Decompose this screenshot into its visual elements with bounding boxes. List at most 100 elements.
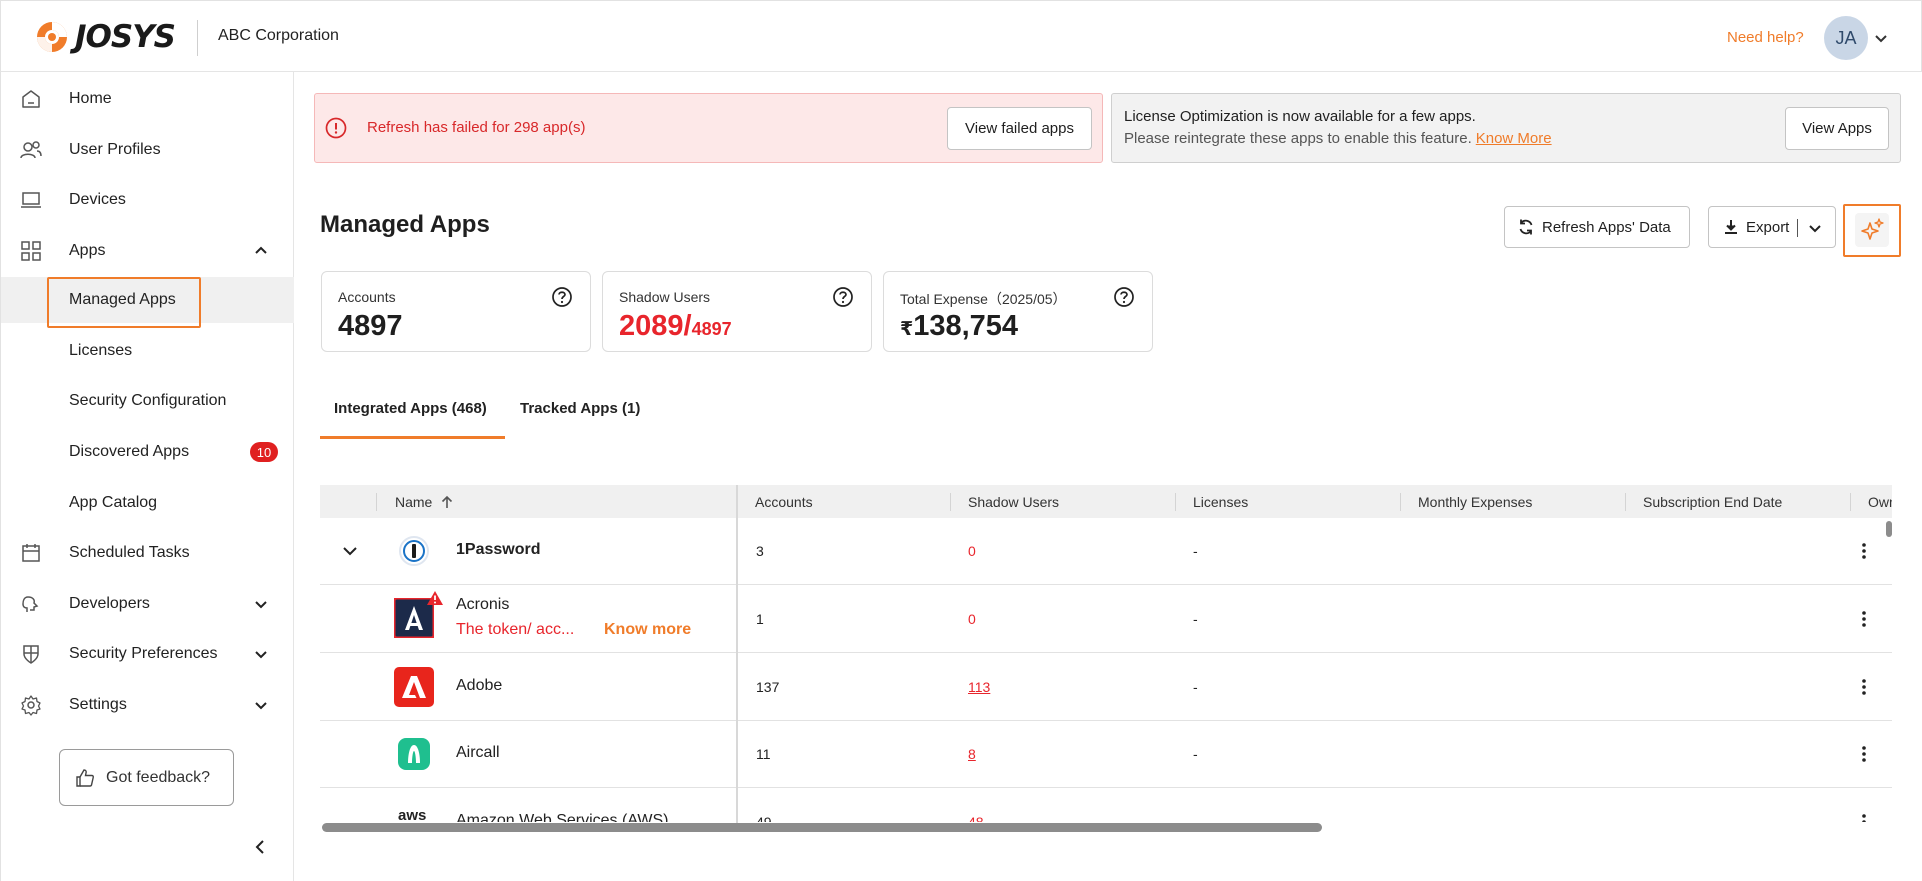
chevron-down-icon[interactable] <box>252 645 270 663</box>
refresh-error-banner: Refresh has failed for 298 app(s) View f… <box>314 93 1103 163</box>
help-circle-icon[interactable] <box>1113 286 1135 308</box>
chevron-down-icon[interactable] <box>252 595 270 613</box>
table-row[interactable]: Aircall 11 8 - <box>320 721 1892 788</box>
sidebar-subitem-licenses[interactable]: Licenses <box>1 328 294 374</box>
accounts-cell: 3 <box>756 543 764 559</box>
know-more-link[interactable]: Know More <box>1476 130 1552 147</box>
sidebar-subitem-security-configuration[interactable]: Security Configuration <box>1 378 294 424</box>
help-circle-icon[interactable] <box>551 286 573 308</box>
more-options-icon[interactable] <box>1854 677 1874 697</box>
more-options-icon[interactable] <box>1854 812 1874 822</box>
ai-assistant-button[interactable] <box>1843 204 1901 257</box>
column-header-licenses[interactable]: Licenses <box>1193 494 1248 510</box>
sidebar-item-label: Settings <box>69 696 127 713</box>
chevron-down-icon[interactable] <box>1807 220 1823 236</box>
chevron-down-icon[interactable] <box>340 541 360 561</box>
app-name[interactable]: Acronis <box>456 596 509 614</box>
sidebar-subitem-label: App Catalog <box>69 494 158 511</box>
chevron-down-icon[interactable] <box>252 696 270 714</box>
license-optimization-title: License Optimization is now available fo… <box>1124 108 1476 125</box>
table-row[interactable]: Adobe 137 113 - <box>320 654 1892 721</box>
shadow-users-link[interactable]: 48 <box>968 814 984 822</box>
accounts-cell: 49 <box>756 814 772 822</box>
sidebar-item-settings[interactable]: Settings <box>1 682 294 728</box>
accounts-cell: 1 <box>756 611 764 627</box>
app-name[interactable]: 1Password <box>456 541 540 559</box>
home-icon <box>22 90 40 108</box>
accounts-stat-value: 4897 <box>338 310 403 342</box>
table-row[interactable]: 1Password 3 0 - <box>320 518 1892 585</box>
sidebar-item-security-preferences[interactable]: Security Preferences <box>1 631 294 677</box>
feedback-label: Got feedback? <box>106 768 211 786</box>
sidebar-subitem-label: Licenses <box>69 342 133 359</box>
refresh-error-text: Refresh has failed for 298 app(s) <box>367 119 586 136</box>
shadow-users-total: 4897 <box>691 319 732 339</box>
license-optimization-banner: License Optimization is now available fo… <box>1111 93 1901 163</box>
sort-ascending-icon[interactable] <box>439 494 455 510</box>
export-button[interactable]: Export <box>1708 206 1836 248</box>
feedback-button[interactable]: Got feedback? <box>59 749 234 806</box>
app-name[interactable]: Adobe <box>456 677 502 695</box>
sidebar-item-home[interactable]: Home <box>1 76 294 122</box>
total-expense-stat-card: Total Expense（2025/05） ₹138,754 <box>883 271 1153 352</box>
sidebar-item-scheduled-tasks[interactable]: Scheduled Tasks <box>1 530 294 576</box>
view-apps-button[interactable]: View Apps <box>1785 107 1889 150</box>
thumbs-up-icon <box>76 768 94 787</box>
sidebar-item-developers[interactable]: Developers <box>1 581 294 627</box>
apps-grid-icon <box>21 241 41 261</box>
aircall-logo-icon <box>398 738 430 770</box>
sidebar-item-apps[interactable]: Apps <box>1 228 294 274</box>
tab-integrated-apps[interactable]: Integrated Apps (468) <box>334 400 487 417</box>
app-name[interactable]: Aircall <box>456 744 500 762</box>
horizontal-scrollbar[interactable] <box>322 823 1322 832</box>
sidebar-item-devices[interactable]: Devices <box>1 177 294 223</box>
gear-icon <box>21 695 41 716</box>
user-avatar[interactable]: JA <box>1824 16 1868 60</box>
sidebar-subitem-discovered-apps[interactable]: Discovered Apps 10 <box>1 429 294 475</box>
column-header-name[interactable]: Name <box>395 494 432 510</box>
josys-logo[interactable]: JOSYS <box>35 19 176 55</box>
active-tab-indicator <box>320 436 505 439</box>
calendar-icon <box>22 544 40 562</box>
column-header-monthly-expenses[interactable]: Monthly Expenses <box>1418 494 1532 510</box>
column-separator <box>1850 493 1851 511</box>
sidebar-subitem-app-catalog[interactable]: App Catalog <box>1 480 294 526</box>
more-options-icon[interactable] <box>1854 609 1874 629</box>
app-error-message: The token/ acc... <box>456 621 575 638</box>
frozen-column-divider[interactable] <box>736 485 738 823</box>
more-options-icon[interactable] <box>1854 541 1874 561</box>
ai-assistant-inner <box>1855 213 1889 247</box>
chevron-up-icon[interactable] <box>252 242 270 260</box>
sidebar-subitem-label: Security Configuration <box>69 392 227 409</box>
column-header-shadow-users[interactable]: Shadow Users <box>968 494 1059 510</box>
column-header-accounts[interactable]: Accounts <box>755 494 813 510</box>
chevron-down-icon[interactable] <box>1873 30 1889 46</box>
app-name[interactable]: Amazon Web Services (AWS) <box>456 812 669 822</box>
sidebar-item-user-profiles[interactable]: User Profiles <box>1 127 294 173</box>
column-header-owner[interactable]: Own <box>1868 494 1892 510</box>
shadow-users-link[interactable]: 8 <box>968 746 976 762</box>
export-divider <box>1797 219 1798 237</box>
collapse-sidebar-icon[interactable] <box>252 838 270 856</box>
vertical-scrollbar[interactable] <box>1886 521 1892 537</box>
column-header-subscription-end-date[interactable]: Subscription End Date <box>1643 494 1782 510</box>
sidebar-item-label: Security Preferences <box>69 645 218 662</box>
developers-icon <box>22 596 39 612</box>
refresh-apps-data-button[interactable]: Refresh Apps' Data <box>1504 206 1690 248</box>
need-help-link[interactable]: Need help? <box>1727 29 1804 46</box>
refresh-icon <box>1519 219 1533 235</box>
export-label: Export <box>1746 219 1790 236</box>
shadow-users-link[interactable]: 113 <box>968 679 990 695</box>
active-item-highlight <box>47 277 201 328</box>
table-row[interactable]: aws Amazon Web Services (AWS) 49 48 <box>320 789 1892 822</box>
tab-tracked-apps[interactable]: Tracked Apps (1) <box>520 400 640 417</box>
sidebar-item-label: Home <box>69 90 112 107</box>
table-body: 1Password 3 0 - Acronis The token/ acc..… <box>320 518 1892 822</box>
view-failed-apps-button[interactable]: View failed apps <box>947 107 1092 150</box>
column-separator <box>376 493 377 511</box>
help-circle-icon[interactable] <box>832 286 854 308</box>
more-options-icon[interactable] <box>1854 744 1874 764</box>
know-more-link[interactable]: Know more <box>604 621 691 639</box>
licenses-cell: - <box>1193 746 1198 762</box>
table-row[interactable]: Acronis The token/ acc... Know more 1 0 … <box>320 586 1892 653</box>
